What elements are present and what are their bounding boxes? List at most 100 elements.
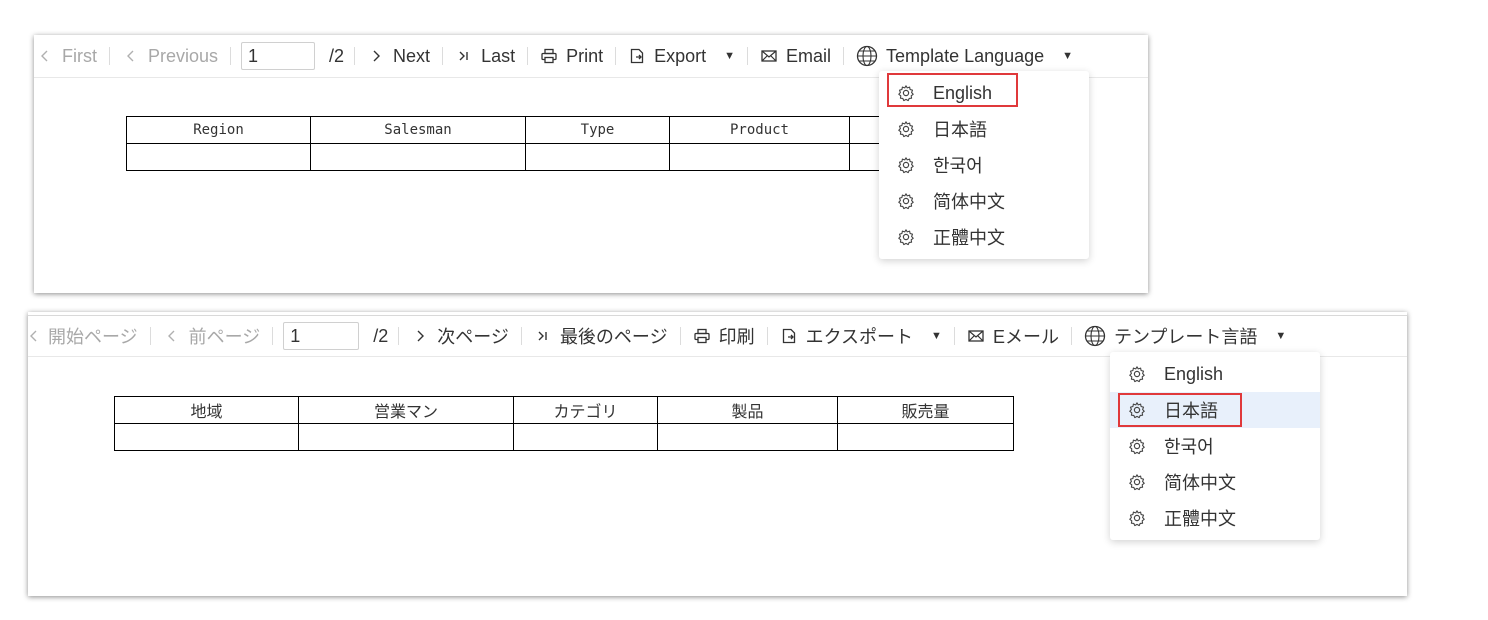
page-number-input[interactable] bbox=[241, 42, 316, 70]
toolbar-divider bbox=[398, 327, 400, 345]
gear-icon bbox=[1128, 365, 1146, 383]
table-row bbox=[114, 423, 1014, 451]
toolbar-divider bbox=[953, 327, 955, 345]
language-option-label: 正體中文 bbox=[933, 228, 1005, 248]
table-cell bbox=[669, 143, 850, 171]
table-cell bbox=[513, 423, 658, 451]
table-header-cell: 販売量 bbox=[837, 396, 1014, 424]
first-page-button[interactable]: First bbox=[34, 46, 99, 67]
export-label: エクスポート bbox=[805, 327, 914, 347]
globe-icon bbox=[856, 45, 878, 67]
language-option-japanese[interactable]: 日本語 bbox=[1110, 392, 1320, 428]
next-page-button[interactable]: Next bbox=[365, 46, 432, 67]
previous-page-label: Previous bbox=[148, 45, 219, 66]
table-cell bbox=[126, 143, 311, 171]
language-option-japanese[interactable]: 日本語 bbox=[879, 111, 1089, 147]
toolbar-divider bbox=[679, 327, 681, 345]
language-option-korean[interactable]: 한국어 bbox=[879, 147, 1089, 183]
toolbar-divider bbox=[527, 47, 529, 65]
last-page-button[interactable]: Last bbox=[453, 46, 517, 67]
viewer-toolbar: 開始ページ 前ページ /2 次ページ 最後のページ 印刷 エクスポート ▼ bbox=[28, 316, 1407, 357]
table-cell bbox=[525, 143, 670, 171]
language-menu: English 日本語 한국어 简体中文 正體中文 bbox=[879, 71, 1089, 259]
report-table: 地域 営業マン カテゴリ 製品 販売量 bbox=[114, 396, 1014, 451]
export-icon bbox=[780, 327, 798, 345]
language-option-label: 日本語 bbox=[1164, 401, 1218, 421]
email-button[interactable]: Eメール bbox=[965, 323, 1061, 349]
email-label: Email bbox=[786, 45, 832, 66]
gear-icon bbox=[897, 120, 915, 138]
language-option-english[interactable]: English bbox=[1110, 356, 1320, 392]
next-page-button[interactable]: 次ページ bbox=[409, 323, 511, 349]
last-page-icon bbox=[455, 47, 473, 65]
previous-page-button[interactable]: 前ページ bbox=[161, 323, 263, 349]
language-option-korean[interactable]: 한국어 bbox=[1110, 428, 1320, 464]
envelope-icon bbox=[760, 47, 778, 65]
previous-page-button[interactable]: Previous bbox=[120, 46, 220, 67]
chevron-left-icon bbox=[163, 327, 181, 345]
table-cell bbox=[837, 423, 1014, 451]
last-page-label: 最後のページ bbox=[559, 327, 668, 347]
table-header-cell: Product bbox=[669, 116, 850, 144]
toolbar-divider bbox=[354, 47, 356, 65]
language-option-label: English bbox=[933, 82, 993, 103]
email-button[interactable]: Email bbox=[758, 46, 833, 67]
gear-icon bbox=[897, 192, 915, 210]
table-header-cell: カテゴリ bbox=[513, 396, 658, 424]
first-page-label: First bbox=[62, 45, 97, 66]
previous-page-label: 前ページ bbox=[188, 327, 261, 347]
language-option-traditional-chinese[interactable]: 正體中文 bbox=[1110, 500, 1320, 536]
toolbar-divider bbox=[843, 47, 845, 65]
report-viewer-english: First Previous /2 Next Last Print Export bbox=[34, 35, 1148, 293]
template-language-dropdown[interactable]: テンプレート言語 ▼ bbox=[1082, 323, 1288, 349]
language-option-simplified-chinese[interactable]: 简体中文 bbox=[1110, 464, 1320, 500]
toolbar-divider bbox=[615, 47, 617, 65]
printer-icon bbox=[693, 327, 711, 345]
globe-icon bbox=[1084, 325, 1106, 347]
gear-icon bbox=[897, 228, 915, 246]
gear-icon bbox=[897, 156, 915, 174]
table-header-cell: Salesman bbox=[310, 116, 526, 144]
language-option-label: English bbox=[1164, 363, 1224, 384]
table-cell bbox=[114, 423, 299, 451]
toolbar-divider bbox=[766, 327, 768, 345]
caret-down-icon: ▼ bbox=[931, 330, 942, 342]
chevron-left-icon bbox=[30, 327, 40, 345]
template-language-dropdown[interactable]: Template Language ▼ bbox=[854, 45, 1075, 67]
template-language-label: Template Language bbox=[886, 45, 1045, 66]
gear-icon bbox=[897, 84, 915, 102]
first-page-label: 開始ページ bbox=[48, 327, 138, 347]
next-page-label: Next bbox=[393, 45, 431, 66]
table-header-cell: 製品 bbox=[657, 396, 838, 424]
print-button[interactable]: Print bbox=[538, 46, 605, 67]
gear-icon bbox=[1128, 509, 1146, 527]
email-label: Eメール bbox=[992, 327, 1059, 347]
table-header-cell: Type bbox=[525, 116, 670, 144]
table-cell bbox=[657, 423, 838, 451]
chevron-right-icon bbox=[367, 47, 385, 65]
next-page-label: 次ページ bbox=[437, 327, 509, 347]
export-dropdown[interactable]: エクスポート ▼ bbox=[778, 323, 944, 349]
printer-icon bbox=[540, 47, 558, 65]
report-viewer-japanese: 開始ページ 前ページ /2 次ページ 最後のページ 印刷 エクスポート ▼ bbox=[28, 312, 1407, 596]
language-option-traditional-chinese[interactable]: 正體中文 bbox=[879, 219, 1089, 255]
print-button[interactable]: 印刷 bbox=[691, 323, 757, 349]
first-page-button[interactable]: 開始ページ bbox=[28, 323, 140, 349]
export-label: Export bbox=[654, 45, 707, 66]
language-option-simplified-chinese[interactable]: 简体中文 bbox=[879, 183, 1089, 219]
print-label: Print bbox=[566, 45, 604, 66]
page-number-input[interactable] bbox=[283, 322, 360, 350]
language-menu: English 日本語 한국어 简体中文 正體中文 bbox=[1110, 352, 1320, 540]
toolbar-divider bbox=[230, 47, 232, 65]
toolbar-divider bbox=[272, 327, 274, 345]
table-cell bbox=[310, 143, 526, 171]
language-option-label: 日本語 bbox=[933, 120, 987, 140]
language-option-english[interactable]: English bbox=[879, 75, 1089, 111]
toolbar-divider bbox=[520, 327, 522, 345]
export-dropdown[interactable]: Export ▼ bbox=[626, 46, 737, 67]
page-total: /2 bbox=[373, 325, 389, 346]
last-page-button[interactable]: 最後のページ bbox=[532, 323, 670, 349]
gear-icon bbox=[1128, 437, 1146, 455]
language-option-label: 正體中文 bbox=[1164, 509, 1236, 529]
caret-down-icon: ▼ bbox=[724, 50, 736, 62]
